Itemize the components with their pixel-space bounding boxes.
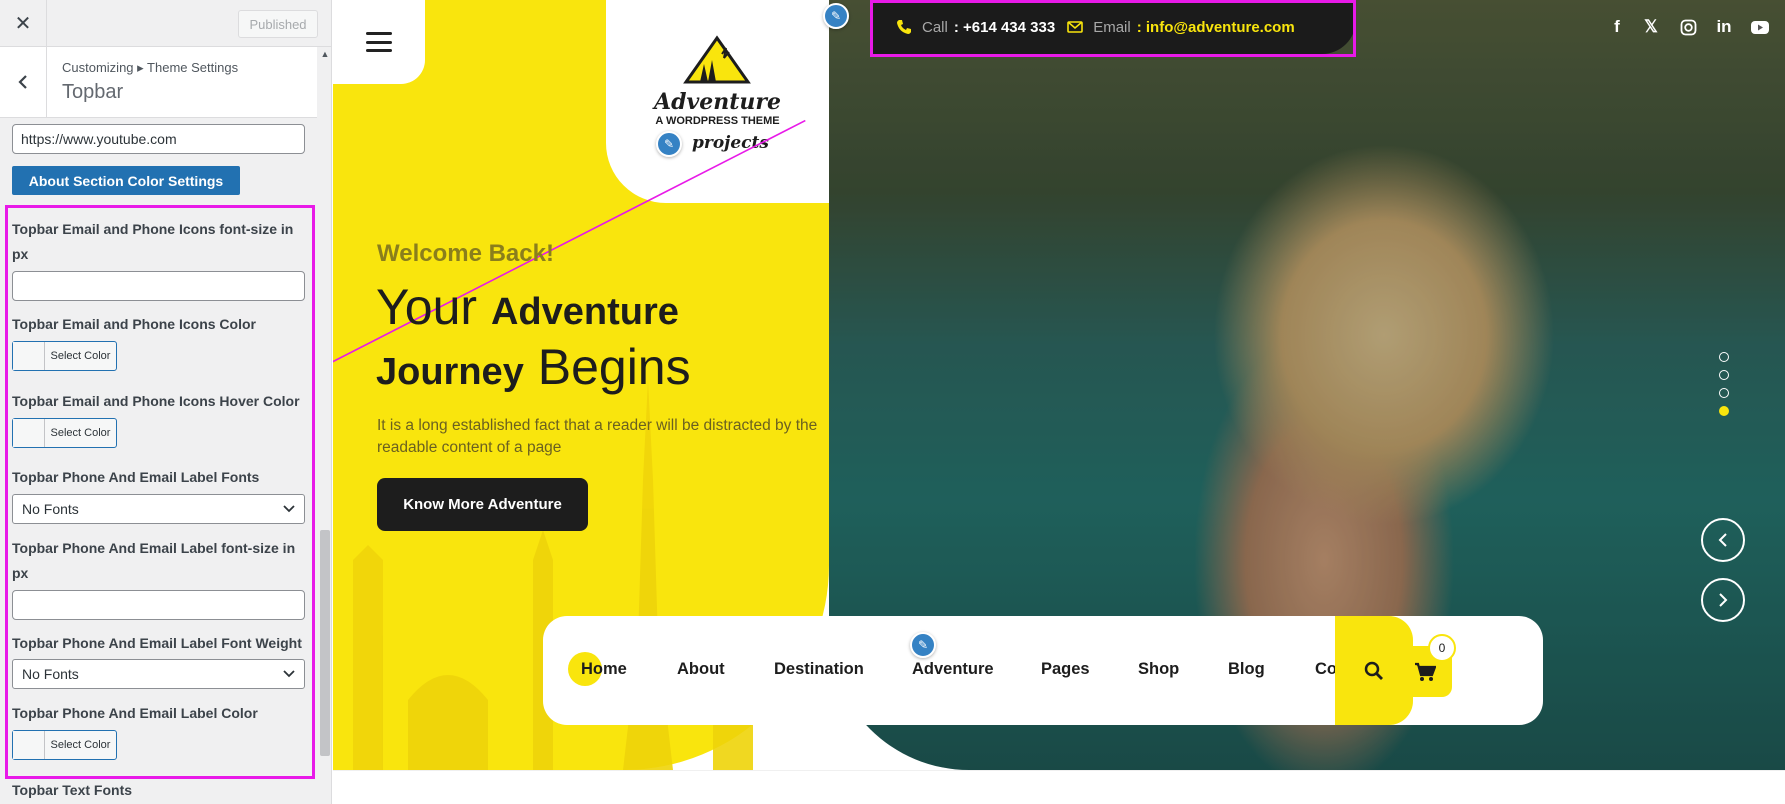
know-more-button[interactable]: Know More Adventure [377,478,588,531]
about-section-color-settings-button[interactable]: About Section Color Settings [12,166,240,195]
search-button[interactable] [1335,616,1413,725]
breadcrumb: Customizing ▸ Theme Settings [62,60,239,75]
published-button[interactable]: Published [238,10,318,38]
hero-description: It is a long established fact that a rea… [377,417,818,456]
text-fonts-label: Topbar Text Fonts [12,782,133,798]
slider-dot[interactable] [1719,352,1729,362]
nav-item-shop[interactable]: Shop [1138,660,1179,679]
nav-item-home[interactable]: Home [581,660,627,679]
chevron-left-icon [18,75,27,89]
section-header: Customizing ▸ Theme Settings Topbar [0,47,317,118]
section-title: Topbar [62,81,124,103]
facebook-icon[interactable]: f [1607,17,1627,37]
highlight-box [5,205,315,779]
hero-heading-line-2: Journey Begins [376,338,691,401]
x-icon[interactable]: 𝕏 [1641,17,1661,37]
nav-item-about[interactable]: About [677,660,725,679]
slider-dot-active[interactable] [1719,406,1729,416]
customizer-sidebar: ✕ Published Customizing ▸ Theme Settings… [0,0,332,804]
nav-item-destination[interactable]: Destination [774,660,864,679]
page-content-strip [333,770,1785,804]
nav-item-adventure[interactable]: Adventure [912,660,994,679]
customizer-header-actions: ✕ Published [0,0,331,47]
slider-dots [1719,352,1731,424]
close-icon[interactable]: ✕ [0,0,47,47]
instagram-icon[interactable] [1678,17,1698,37]
hero-word: Your [376,279,478,335]
hero-welcome: Welcome Back! [377,240,554,267]
cart-count-badge: 0 [1428,634,1456,662]
slider-dot[interactable] [1719,370,1729,380]
hero-word: Begins [537,339,691,395]
hero-heading-line-1: Your Adventure [376,278,679,341]
chevron-left-icon [1718,533,1727,547]
youtube-icon[interactable] [1750,17,1770,37]
sidebar-scrollbar[interactable]: ▲ [318,47,331,762]
nav-item-pages[interactable]: Pages [1041,660,1090,679]
slider-next-button[interactable] [1701,578,1745,622]
hero-word-bold: Adventure [490,291,679,333]
slider-dot[interactable] [1719,388,1729,398]
scroll-up-icon[interactable]: ▲ [318,47,331,61]
cart-icon [1415,662,1436,681]
back-button[interactable] [0,47,47,117]
edit-pencil-icon[interactable]: ✎ [910,632,936,658]
hero-word-bold: Journey [376,351,524,393]
youtube-url-input[interactable] [12,124,305,154]
chevron-right-icon [1719,593,1728,607]
slider-prev-button[interactable] [1701,518,1745,562]
site-preview: Adventure A WORDPRESS THEME ✎ projects ✎… [333,0,1785,804]
nav-item-blog[interactable]: Blog [1228,660,1265,679]
linkedin-icon[interactable]: in [1714,17,1734,37]
search-icon [1364,661,1383,680]
scroll-thumb[interactable] [320,530,330,756]
